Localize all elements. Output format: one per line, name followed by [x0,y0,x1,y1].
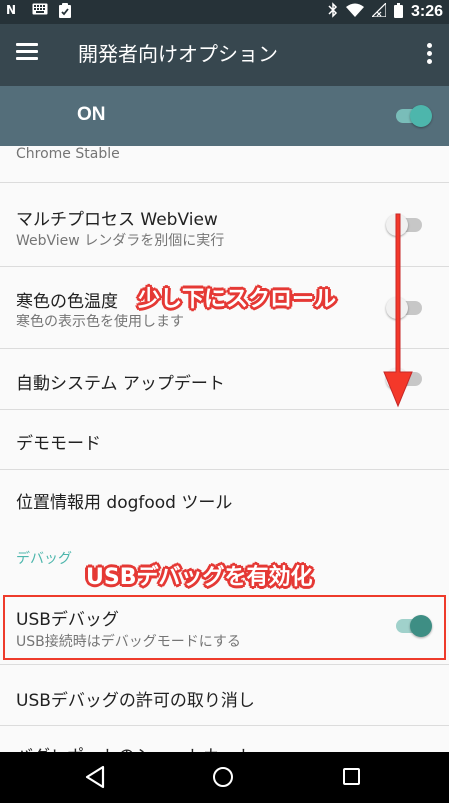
list-item-demo-mode[interactable]: デモモード [0,410,449,470]
partial-item-title: バグレポートのショートカット [16,742,254,752]
enable-usb-annotation: USBデバッグを有効化 [86,565,313,590]
status-bar: N 3:26 [0,0,449,24]
home-icon[interactable] [213,767,233,787]
list-item-revoke-usb-auth[interactable]: USBデバッグの許可の取り消し [0,664,449,726]
hamburger-menu-icon[interactable] [16,43,38,63]
signal-icon [370,1,387,21]
scroll-down-arrow-icon [383,213,413,408]
bluetooth-icon [328,2,338,22]
auto-update-title: 自動システム アップデート [16,374,225,394]
overflow-menu-icon[interactable] [427,43,433,65]
list-item-dogfood[interactable]: 位置情報用 dogfood ツール [0,470,449,529]
page-title: 開発者向けオプション [78,42,278,66]
n-icon: N [6,3,17,17]
demo-mode-title: デモモード [16,434,101,454]
category-header-debug: デバッグ [16,551,72,567]
color-temp-title: 寒色の色温度 [16,292,118,312]
clock: 3:26 [410,3,443,20]
app-bar: 開発者向けオプション [0,24,449,86]
clipboard-icon [58,3,74,18]
multiprocess-title: マルチプロセス WebView [16,210,218,230]
back-icon[interactable] [84,765,106,789]
master-toggle[interactable] [396,105,432,127]
list-item-partial[interactable]: バグレポートのショートカット [0,726,449,752]
recents-icon[interactable] [343,768,360,785]
battery-icon [393,2,403,22]
color-temp-summary: 寒色の表示色を使用します [16,314,184,330]
scroll-hint-annotation: 少し下にスクロール [138,287,337,312]
master-switch-label: ON [77,104,106,125]
chrome-stable-text: Chrome Stable [16,146,120,162]
usb-debug-highlight-box [3,595,446,660]
navigation-bar [0,752,449,803]
dogfood-title: 位置情報用 dogfood ツール [16,493,233,513]
revoke-usb-title: USBデバッグの許可の取り消し [16,691,255,711]
master-switch-bar[interactable]: ON [0,86,449,146]
multiprocess-summary: WebView レンダラを別個に実行 [16,233,225,249]
wifi-icon [345,3,364,21]
list-item-chrome-stable[interactable]: Chrome Stable [0,146,449,183]
keyboard-icon [32,3,48,17]
